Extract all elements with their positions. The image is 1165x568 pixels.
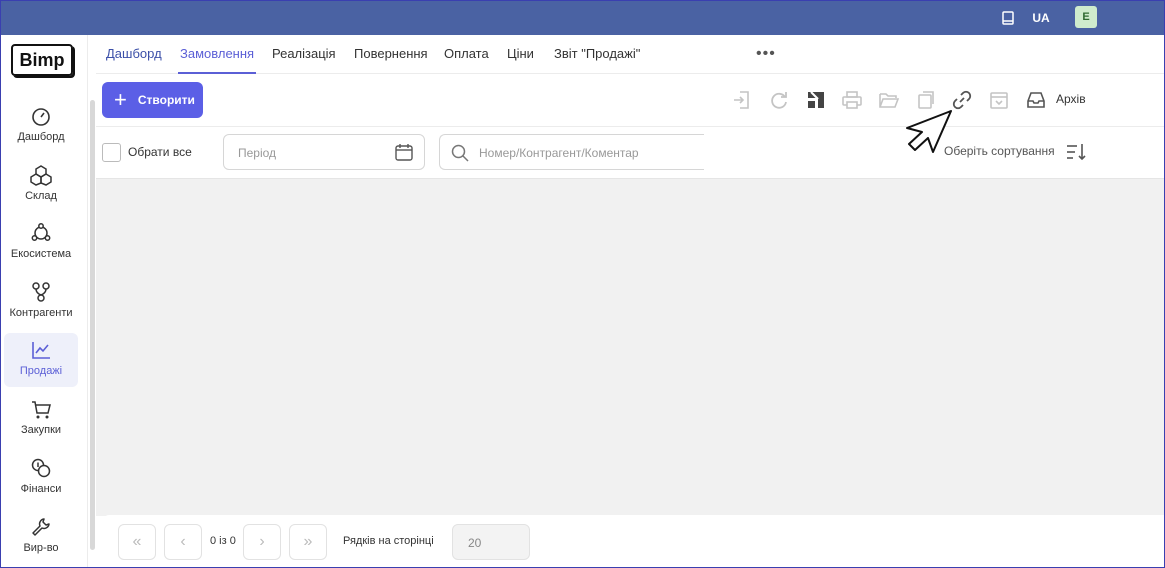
last-page-button[interactable]: » [289,524,327,560]
sidebar-item-label: Вир-во [23,542,59,554]
sort-icon[interactable] [1065,141,1087,163]
sidebar-item-label: Контрагенти [9,307,73,319]
rows-per-page-input[interactable]: 20 [452,524,530,560]
create-button[interactable]: + Створити [102,82,203,118]
double-chevron-right-icon: » [303,533,313,550]
tab-prices[interactable]: Ціни [507,35,534,74]
print-icon[interactable] [840,88,864,112]
double-chevron-left-icon: « [132,533,142,550]
sidebar-item-label: Фінанси [20,483,62,495]
sidebar-item-ecosystem[interactable]: Екосистема [4,216,78,270]
more-tabs-button[interactable]: ••• [756,45,776,65]
sidebar-item-purchases[interactable]: Закупки [4,392,78,446]
sidebar: Bimp Дашборд Склад Екосистема Контрагент… [0,35,88,568]
search-input[interactable]: Номер/Контрагент/Коментар [439,134,704,170]
select-all-checkbox[interactable] [102,143,121,162]
sidebar-item-label: Продажі [19,365,63,377]
search-icon [451,144,469,162]
language-switch[interactable]: UA [1028,0,1054,35]
chevron-left-icon: ‹ [180,533,186,550]
sidebar-item-contractors[interactable]: Контрагенти [4,275,78,329]
boxes-icon [30,165,52,186]
tab-realization[interactable]: Реалізація [272,35,336,74]
wrench-icon [32,518,50,536]
sidebar-item-production[interactable]: Вир-во [4,510,78,564]
orders-list-area [96,179,1165,516]
network-icon [32,282,50,302]
avatar[interactable]: E [1075,6,1097,28]
sidebar-item-finance[interactable]: Фінанси [4,451,78,505]
tab-sales-report[interactable]: Звіт "Продажі" [554,35,640,74]
book-icon[interactable] [998,0,1018,35]
sort-label[interactable]: Оберіть сортування [944,144,1055,158]
tab-orders[interactable]: Замовлення [178,35,257,74]
period-placeholder: Період [238,146,277,160]
cart-icon [32,401,51,419]
folder-open-icon[interactable] [877,88,901,112]
page-count: 0 із 0 [210,535,236,547]
top-bar: UA E [0,0,1165,35]
tab-payment[interactable]: Оплата [444,35,489,74]
tab-bar: Дашборд Замовлення Реалізація Повернення… [96,35,1165,74]
archive-button[interactable]: Архів [1056,92,1086,106]
sidebar-item-sales[interactable]: Продажі [4,333,78,387]
sidebar-item-label: Дашборд [17,131,65,143]
rows-per-page-label: Рядків на сторінці [343,535,434,547]
plus-icon: + [114,87,127,112]
sidebar-item-dashboard[interactable]: Дашборд [4,99,78,153]
select-all-label[interactable]: Обрати все [128,145,192,159]
chart-line-icon [32,342,50,359]
mouse-cursor-icon [906,110,952,153]
filter-bar: Обрати все Період Номер/Контрагент/Комен… [96,127,1165,179]
period-field[interactable]: Період [223,134,425,170]
next-page-button[interactable]: › [243,524,281,560]
first-page-button[interactable]: « [118,524,156,560]
create-button-label: Створити [137,93,195,107]
chevron-right-icon: › [259,533,265,550]
tab-returns[interactable]: Повернення [354,35,428,74]
prev-page-button[interactable]: ‹ [164,524,202,560]
ecosystem-icon [31,223,51,241]
toolbar: + Створити Архів [96,74,1165,127]
sidebar-item-label: Склад [25,190,57,202]
tab-dashboard[interactable]: Дашборд [106,35,162,74]
coins-icon [31,458,51,478]
sidebar-item-label: Закупки [20,424,62,436]
pagination: « ‹ 0 із 0 › » Рядків на сторінці 20 [103,515,1165,568]
archive-box-icon[interactable] [987,88,1011,112]
refresh-icon[interactable] [767,88,791,112]
import-icon[interactable] [730,88,754,112]
calendar-icon[interactable] [394,142,414,162]
inbox-icon[interactable] [1024,88,1048,112]
sidebar-item-warehouse[interactable]: Склад [4,158,78,212]
sidebar-item-label: Екосистема [10,248,72,260]
sidebar-scrollbar[interactable] [90,100,95,550]
speedometer-icon [32,108,50,126]
search-placeholder: Номер/Контрагент/Коментар [479,146,639,160]
logo[interactable]: Bimp [11,44,73,76]
export-icon[interactable] [804,88,828,112]
